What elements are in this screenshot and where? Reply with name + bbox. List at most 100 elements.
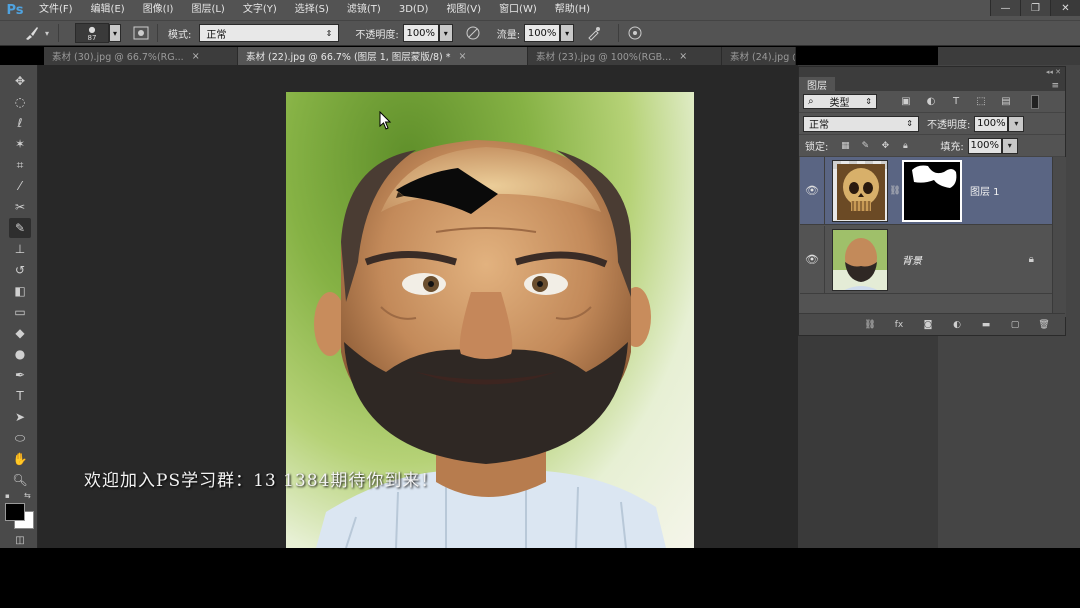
delete-layer-icon[interactable]: 🗑︎ <box>1037 318 1051 332</box>
layer-name[interactable]: 背景 <box>902 252 922 267</box>
new-group-icon[interactable]: ▬ <box>979 318 993 332</box>
zoom-tool-icon[interactable]: 🔍︎ <box>9 470 31 490</box>
flow-input[interactable]: 100% <box>524 24 561 42</box>
tab-layers[interactable]: 图层 <box>799 77 835 92</box>
move-tool-icon[interactable]: ✥ <box>9 71 31 91</box>
restore-button[interactable]: ❐ <box>1020 0 1050 16</box>
fill-input[interactable]: 100% <box>967 137 1002 154</box>
menu-help[interactable]: 帮助(H) <box>546 0 599 20</box>
tab-doc-30[interactable]: 素材 (30).jpg @ 66.7%(RG... × <box>44 47 238 65</box>
layer-thumbnail[interactable] <box>832 159 888 222</box>
layer-opacity-dropdown[interactable]: ▾ <box>1008 115 1025 132</box>
brush-tool-icon[interactable]: ✎ <box>9 218 31 238</box>
path-selection-tool-icon[interactable]: ➤ <box>9 407 31 427</box>
blur-tool-icon[interactable]: ◆ <box>9 323 31 343</box>
blend-mode-dropdown[interactable]: 正常 ⇕ <box>803 115 919 132</box>
eyedropper-tool-icon[interactable]: ⁄ <box>9 176 31 196</box>
brush-preset-dropdown[interactable]: ▾ <box>109 24 121 42</box>
layer-mask-thumbnail[interactable] <box>902 159 962 222</box>
menu-edit[interactable]: 编辑(E) <box>82 0 134 20</box>
menu-window[interactable]: 窗口(W) <box>490 0 546 20</box>
brush-panel-toggle-icon[interactable] <box>131 23 151 43</box>
layer-row[interactable]: 👁︎ 背景 🔒︎ <box>800 225 1052 294</box>
new-layer-icon[interactable]: ▢ <box>1008 318 1022 332</box>
close-button[interactable]: ✕ <box>1050 0 1080 16</box>
eraser-tool-icon[interactable]: ◧ <box>9 281 31 301</box>
minimize-button[interactable]: — <box>990 0 1020 16</box>
menu-filter[interactable]: 滤镜(T) <box>338 0 390 20</box>
pressure-size-icon[interactable] <box>625 23 645 43</box>
filter-pixel-icon[interactable]: ▣ <box>899 95 913 109</box>
quick-mask-icon[interactable]: ◫ <box>9 530 31 550</box>
tab-doc-23[interactable]: 素材 (23).jpg @ 100%(RGB... × <box>528 47 722 65</box>
filter-adjustment-icon[interactable]: ◐ <box>924 95 938 109</box>
menu-type[interactable]: 文字(Y) <box>234 0 286 20</box>
menu-file[interactable]: 文件(F) <box>30 0 82 20</box>
history-brush-tool-icon[interactable]: ↺ <box>9 260 31 280</box>
airbrush-icon[interactable] <box>584 23 604 43</box>
blend-mode-value: 正常 <box>809 120 829 131</box>
brush-tool-icon[interactable] <box>22 23 42 43</box>
lock-all-icon[interactable]: 🔒︎ <box>898 139 912 153</box>
filter-toggle-switch[interactable] <box>1031 94 1039 109</box>
layer-opacity-input[interactable]: 100% <box>974 115 1009 132</box>
menu-layer[interactable]: 图层(L) <box>182 0 233 20</box>
fill-dropdown[interactable]: ▾ <box>1001 137 1018 154</box>
layer-name[interactable]: 图层 1 <box>970 183 1000 198</box>
panel-menu-icon[interactable]: ≡ <box>1051 81 1059 91</box>
layer-style-fx-icon[interactable]: fx <box>892 318 906 332</box>
link-layers-icon[interactable]: ⛓︎ <box>863 318 877 332</box>
menu-select[interactable]: 选择(S) <box>286 0 338 20</box>
tool-preset-arrow-icon[interactable]: ▾ <box>42 23 52 43</box>
healing-brush-tool-icon[interactable]: ✂ <box>9 197 31 217</box>
visibility-eye-icon[interactable]: 👁︎ <box>800 253 824 266</box>
dodge-tool-icon[interactable]: ● <box>9 344 31 364</box>
hand-tool-icon[interactable]: ✋ <box>9 449 31 469</box>
flow-dropdown[interactable]: ▾ <box>560 24 575 42</box>
mask-link-icon[interactable]: ⛓︎ <box>888 186 902 196</box>
crop-tool-icon[interactable]: ⌗ <box>9 155 31 175</box>
add-mask-icon[interactable]: ◙ <box>921 318 935 332</box>
close-tab-icon[interactable]: × <box>192 51 200 62</box>
shape-tool-icon[interactable]: ⬭ <box>9 428 31 448</box>
visibility-eye-icon[interactable]: 👁︎ <box>800 184 824 197</box>
pen-tool-icon[interactable]: ✒ <box>9 365 31 385</box>
mode-dropdown[interactable]: 正常 ⇕ <box>199 24 340 42</box>
filter-shape-icon[interactable]: ⬚ <box>974 95 988 109</box>
tab-doc-22[interactable]: 素材 (22).jpg @ 66.7% (图层 1, 图层蒙版/8) * × <box>238 47 528 65</box>
foreground-color-swatch[interactable] <box>5 503 25 521</box>
layers-scrollbar[interactable] <box>1052 157 1066 317</box>
lock-transparent-icon[interactable]: ▦ <box>838 139 852 153</box>
close-tab-icon[interactable]: × <box>459 51 467 62</box>
type-tool-icon[interactable]: T <box>9 386 31 406</box>
swap-colors-icon[interactable]: ⇆ <box>24 491 31 500</box>
photoshop-logo[interactable]: Ps <box>0 0 30 20</box>
search-icon: ⌕ <box>808 96 814 107</box>
menu-3d[interactable]: 3D(D) <box>390 0 438 20</box>
gradient-tool-icon[interactable]: ▭ <box>9 302 31 322</box>
layer-thumbnail[interactable] <box>832 228 888 291</box>
default-colors-icon[interactable]: ▪ <box>5 492 13 500</box>
options-bar: ▾ ● 87 ▾ 模式: 正常 ⇕ 不透明度: 100% ▾ 流量: 100% … <box>0 20 1080 46</box>
close-tab-icon[interactable]: × <box>679 51 687 62</box>
layer-row[interactable]: 👁︎ ⛓︎ 图层 1 <box>800 156 1052 225</box>
menu-image[interactable]: 图像(I) <box>134 0 183 20</box>
tab-doc-24[interactable]: 素材 (24).jpg @ 66.7%(RG... <box>722 47 796 65</box>
menu-view[interactable]: 视图(V) <box>437 0 490 20</box>
pressure-opacity-icon[interactable] <box>463 23 483 43</box>
filter-type-icon[interactable]: T <box>949 95 963 109</box>
lasso-tool-icon[interactable]: ℓ <box>9 113 31 133</box>
layer-filter-dropdown[interactable]: ⌕ 类型 ⇕ <box>803 94 877 109</box>
adjustment-layer-icon[interactable]: ◐ <box>950 318 964 332</box>
lock-image-icon[interactable]: ✎ <box>858 139 872 153</box>
brush-preset-picker[interactable]: ● 87 <box>75 23 109 43</box>
clone-stamp-tool-icon[interactable]: ⊥ <box>9 239 31 259</box>
video-letterbox-bar <box>0 548 1080 608</box>
opacity-input[interactable]: 100% <box>402 24 439 42</box>
panel-collapse-icon[interactable]: ◂◂ ✕ <box>799 67 1065 77</box>
opacity-dropdown[interactable]: ▾ <box>438 24 453 42</box>
magic-wand-tool-icon[interactable]: ✶ <box>9 134 31 154</box>
lock-position-icon[interactable]: ✥ <box>878 139 892 153</box>
marquee-tool-icon[interactable]: ◌ <box>9 92 31 112</box>
filter-smart-object-icon[interactable]: ▤ <box>999 95 1013 109</box>
